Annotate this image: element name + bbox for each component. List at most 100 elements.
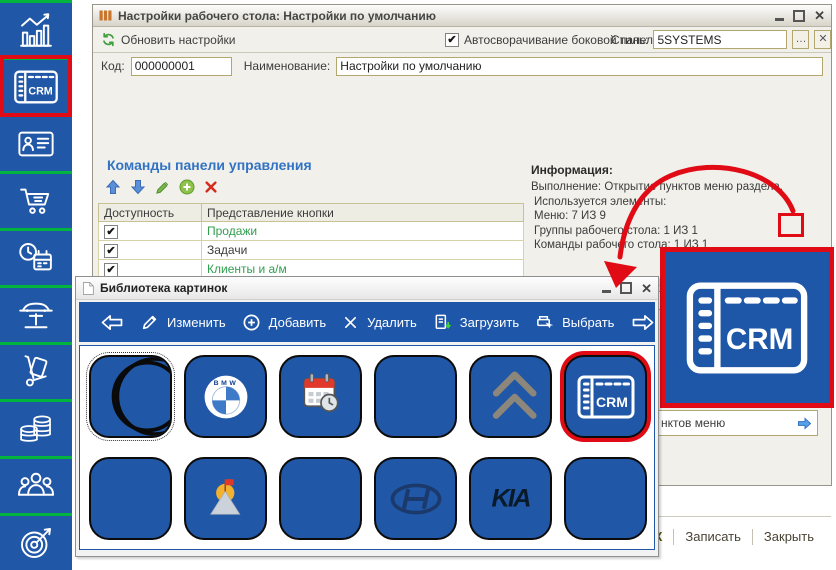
- sidebar-item-warehouse[interactable]: [0, 345, 72, 399]
- picture-tile-crm[interactable]: [564, 355, 647, 438]
- load-file-icon: [433, 313, 452, 332]
- load-button[interactable]: Загрузить: [425, 308, 527, 337]
- name-input[interactable]: [336, 57, 823, 76]
- add-button[interactable]: Добавить: [234, 308, 334, 337]
- picture-tile-achievement[interactable]: [184, 457, 267, 540]
- sidebar-item-autoservice[interactable]: [0, 288, 72, 342]
- info-title: Информация:: [531, 163, 613, 177]
- table-row[interactable]: ✔ Продажи: [99, 222, 524, 241]
- code-row: Код: Наименование:: [93, 53, 831, 79]
- delete-button[interactable]: Удалить: [334, 309, 425, 336]
- add-icon[interactable]: [179, 179, 195, 195]
- dialog-title: Библиотека картинок: [100, 281, 227, 295]
- code-label: Код:: [101, 59, 125, 73]
- select-cursor-icon: [535, 313, 554, 332]
- mountain-flag-icon: [194, 467, 258, 531]
- picture-tile-blank[interactable]: [564, 457, 647, 540]
- coins-icon: [15, 408, 57, 450]
- sidebar-item-staff[interactable]: [0, 459, 72, 513]
- edit-pencil-icon[interactable]: [155, 180, 170, 195]
- close-icon[interactable]: ✕: [814, 9, 825, 22]
- window-footer: ОК Записать Закрыть: [633, 527, 825, 546]
- move-down-icon[interactable]: [130, 179, 146, 195]
- settings-toolbar: Обновить настройки ✔ Автосворачивание бо…: [93, 27, 831, 53]
- document-icon: [82, 281, 94, 296]
- close-icon[interactable]: ✕: [641, 282, 652, 295]
- calendar-clock-icon: [286, 362, 356, 432]
- bmw-logo-icon: BMW: [190, 361, 262, 433]
- sidebar-item-finance[interactable]: [0, 402, 72, 456]
- column-header[interactable]: Доступность: [99, 204, 202, 222]
- picture-tile-hyundai[interactable]: [374, 457, 457, 540]
- picture-grid: BMW: [79, 345, 655, 550]
- minimize-icon[interactable]: [775, 18, 784, 21]
- svg-text:BMW: BMW: [213, 380, 238, 387]
- style-input[interactable]: [653, 30, 787, 49]
- delete-icon[interactable]: [204, 180, 218, 194]
- style-label: Стиль:: [611, 33, 648, 47]
- team-icon: [15, 465, 57, 507]
- style-more-button[interactable]: …: [792, 30, 809, 49]
- code-input[interactable]: [131, 57, 232, 76]
- column-header[interactable]: Представление кнопки: [202, 204, 524, 222]
- refresh-settings-button[interactable]: Обновить настройки: [101, 32, 235, 47]
- commands-section-title: Команды панели управления: [107, 157, 312, 173]
- select-button[interactable]: Выбрать: [527, 308, 622, 337]
- refresh-settings-label: Обновить настройки: [121, 33, 235, 47]
- edit-pencil-icon: [141, 313, 159, 331]
- go-arrow-icon[interactable]: [797, 417, 812, 430]
- write-button[interactable]: Записать: [674, 527, 752, 546]
- maximize-icon[interactable]: [620, 282, 632, 294]
- hand-truck-icon: [15, 351, 57, 393]
- chart-growth-icon: [15, 9, 57, 51]
- picture-tile-blank[interactable]: [279, 457, 362, 540]
- svg-text:KIA: KIA: [491, 484, 530, 512]
- name-label: Наименование:: [244, 59, 331, 73]
- target-icon: [15, 522, 57, 564]
- picture-tile-bmw[interactable]: BMW: [184, 355, 267, 438]
- picture-tile-calendar[interactable]: [279, 355, 362, 438]
- schedule-clock-icon: [15, 237, 57, 279]
- page-forward-button[interactable]: [622, 308, 664, 337]
- sidebar-item-crm[interactable]: [0, 60, 72, 114]
- picture-tile-citroen[interactable]: [469, 355, 552, 438]
- maximize-icon[interactable]: [793, 10, 805, 22]
- autocollapse-checkbox[interactable]: ✔: [445, 33, 459, 47]
- commands-toolbar: [105, 179, 218, 195]
- sidebar-item-goals[interactable]: [0, 516, 72, 570]
- page-back-button[interactable]: [91, 308, 133, 337]
- sidebar-item-cart[interactable]: [0, 174, 72, 228]
- row-checkbox[interactable]: ✔: [104, 244, 118, 258]
- hyundai-logo-icon: [378, 461, 454, 537]
- style-clear-icon[interactable]: ✕: [814, 30, 831, 49]
- dialog-titlebar[interactable]: Библиотека картинок ✕: [76, 277, 658, 300]
- sidebar-item-schedule[interactable]: [0, 231, 72, 285]
- picture-library-dialog: Библиотека картинок ✕ Изменить Добавить: [75, 276, 659, 557]
- arrow-right-icon: [630, 313, 656, 332]
- edit-button[interactable]: Изменить: [133, 308, 234, 336]
- row-checkbox[interactable]: ✔: [104, 225, 118, 239]
- minimize-icon[interactable]: [602, 290, 611, 293]
- move-up-icon[interactable]: [105, 179, 121, 195]
- table-row[interactable]: ✔ Задачи: [99, 241, 524, 260]
- add-circle-icon: [242, 313, 261, 332]
- sidebar-item-clients[interactable]: [0, 117, 72, 171]
- close-button[interactable]: Закрыть: [753, 527, 825, 546]
- delete-x-icon: [342, 314, 359, 331]
- arrow-left-icon: [99, 313, 125, 332]
- window-title: Настройки рабочего стола: Настройки по у…: [118, 9, 436, 23]
- row-checkbox[interactable]: ✔: [104, 263, 118, 277]
- sidebar: [0, 0, 72, 570]
- style-group: Стиль: … ✕: [611, 30, 831, 49]
- picture-tile-blank[interactable]: [374, 355, 457, 438]
- settings-window-titlebar[interactable]: Настройки рабочего стола: Настройки по у…: [93, 5, 831, 27]
- sidebar-item-sales[interactable]: [0, 3, 72, 57]
- picture-tile-arc-logo[interactable]: [89, 355, 172, 438]
- citroen-logo-icon: [472, 358, 550, 436]
- picture-preview: [660, 247, 834, 408]
- picture-tile-kia[interactable]: KIA: [469, 457, 552, 540]
- picture-tile-blank[interactable]: [89, 457, 172, 540]
- crm-icon: [576, 371, 636, 423]
- arc-logo-icon: [91, 357, 170, 436]
- crm-icon: [683, 273, 811, 383]
